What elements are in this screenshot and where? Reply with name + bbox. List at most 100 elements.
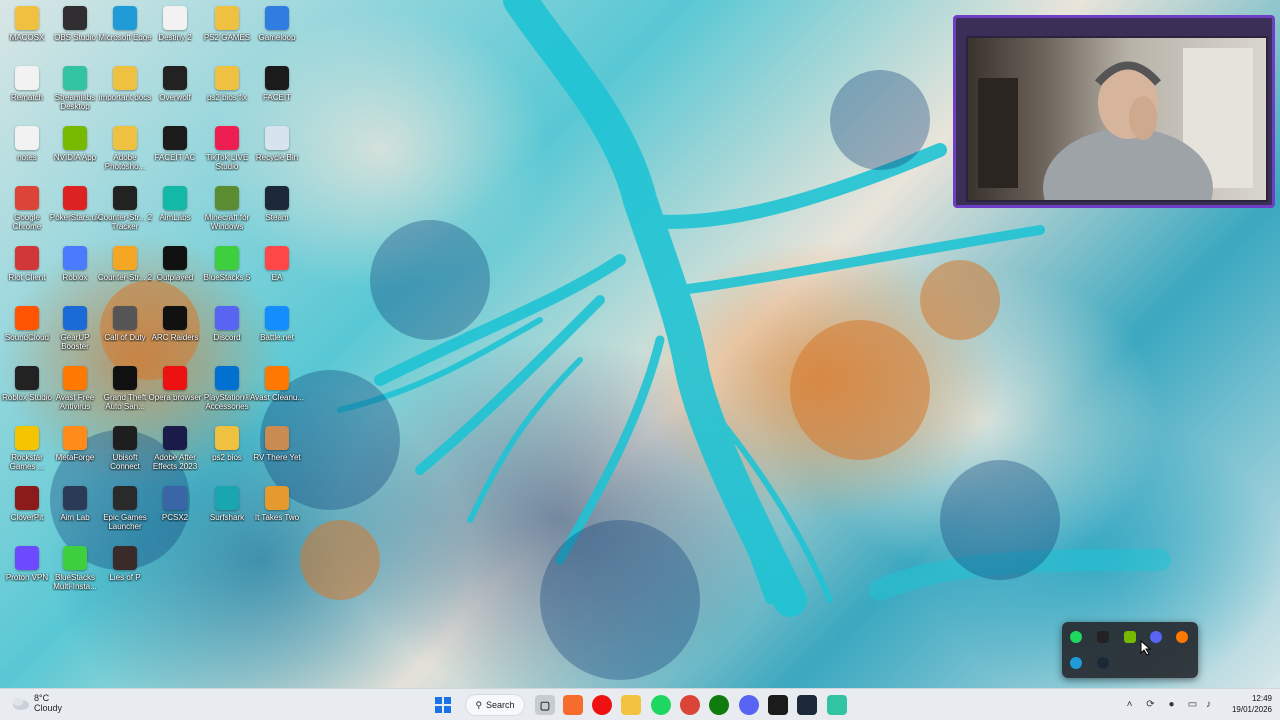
- capture-icon[interactable]: [1097, 631, 1109, 643]
- microphone-icon[interactable]: ●: [1166, 699, 1177, 710]
- clock[interactable]: 12:49 19/01/2026: [1222, 693, 1272, 715]
- display-icon[interactable]: ▭: [1187, 699, 1198, 710]
- desktop-icon[interactable]: Riot Client: [0, 246, 54, 304]
- desktop-icon[interactable]: Gameloop: [250, 6, 304, 64]
- app-icon: [15, 246, 39, 270]
- desktop-icon[interactable]: Google Chrome: [0, 186, 54, 244]
- task-view-button[interactable]: ▢: [535, 695, 555, 715]
- desktop-icon[interactable]: Avast Cleanu...: [250, 366, 304, 424]
- spotify-icon[interactable]: [1070, 631, 1082, 643]
- desktop-icon[interactable]: Steam: [250, 186, 304, 244]
- desktop-icon[interactable]: GearUP Booster: [48, 306, 102, 364]
- steam-icon[interactable]: [1097, 657, 1109, 669]
- xbox-taskbar-icon[interactable]: [709, 695, 729, 715]
- desktop-icon[interactable]: Adobe After Effects 2023: [148, 426, 202, 484]
- app-icon: [15, 66, 39, 90]
- desktop-icon[interactable]: Outplayed: [148, 246, 202, 304]
- desktop-icon[interactable]: PCSX2: [148, 486, 202, 544]
- desktop-icon[interactable]: EA: [250, 246, 304, 304]
- desktop-icon[interactable]: It Takes Two: [250, 486, 304, 544]
- desktop-icon[interactable]: OBS Studio: [48, 6, 102, 64]
- desktop-icon[interactable]: Counter-Str... 2: [98, 246, 152, 304]
- avast-icon[interactable]: [1176, 631, 1188, 643]
- desktop-icon-label: PokerStars.uk: [49, 213, 101, 222]
- app-icon: [63, 306, 87, 330]
- desktop-icon[interactable]: notes: [0, 126, 54, 184]
- desktop-icon[interactable]: Minecraft for Windows: [200, 186, 254, 244]
- volume-icon[interactable]: ♪: [1203, 699, 1214, 710]
- desktop-icon[interactable]: Recycle Bin: [250, 126, 304, 184]
- desktop-icon[interactable]: Lies of P: [98, 546, 152, 604]
- desktop-icon[interactable]: Roblox: [48, 246, 102, 304]
- desktop-icon[interactable]: Battle.net: [250, 306, 304, 364]
- search-label: Search: [486, 700, 515, 710]
- desktop-icon[interactable]: Rockstar Games ...: [0, 426, 54, 484]
- desktop-icon[interactable]: PS2 GAMES: [200, 6, 254, 64]
- desktop-icon[interactable]: Ubisoft Connect: [98, 426, 152, 484]
- desktop-icon[interactable]: Adobe Photosho...: [98, 126, 152, 184]
- desktop-icon[interactable]: Surfshark: [200, 486, 254, 544]
- app-icon: [63, 186, 87, 210]
- nvidia-icon[interactable]: [1124, 631, 1136, 643]
- desktop-icon[interactable]: FACEIT AC: [148, 126, 202, 184]
- desktop-icon[interactable]: PlayStation® Accessories: [200, 366, 254, 424]
- search-box[interactable]: ⚲ Search: [465, 694, 525, 716]
- desktop-icon[interactable]: Streamlabs Desktop: [48, 66, 102, 124]
- chrome-taskbar-icon[interactable]: [680, 695, 700, 715]
- start-button[interactable]: [433, 695, 453, 715]
- desktop-icon[interactable]: Opera browser: [148, 366, 202, 424]
- desktop-icon[interactable]: TikTok LIVE Studio: [200, 126, 254, 184]
- desktop-icon[interactable]: Counter-Str... 2 Tracker: [98, 186, 152, 244]
- desktop-icon[interactable]: Aim Lab: [48, 486, 102, 544]
- desktop-icon-label: PS2 GAMES: [203, 33, 251, 42]
- weather-widget[interactable]: 8°C Cloudy: [10, 693, 62, 713]
- origin-taskbar-icon[interactable]: [563, 695, 583, 715]
- desktop-icon[interactable]: important docs: [98, 66, 152, 124]
- desktop-icon[interactable]: RV There Yet: [250, 426, 304, 484]
- desktop-icon[interactable]: CloverPit: [0, 486, 54, 544]
- chevron-up-icon[interactable]: ˄: [1124, 699, 1135, 710]
- desktop-icon[interactable]: ps2 bios fix: [200, 66, 254, 124]
- desktop-icon[interactable]: AimLabs: [148, 186, 202, 244]
- desktop-icon[interactable]: Overwolf: [148, 66, 202, 124]
- desktop-icon[interactable]: ps2 bios: [200, 426, 254, 484]
- desktop-icon[interactable]: Rematch: [0, 66, 54, 124]
- desktop-icon[interactable]: BlueStacks 5: [200, 246, 254, 304]
- update-icon[interactable]: ⟳: [1145, 699, 1156, 710]
- desktop-icon[interactable]: SoundCloud: [0, 306, 54, 364]
- desktop-icon[interactable]: Call of Duty: [98, 306, 152, 364]
- desktop-icon[interactable]: NVIDIA App: [48, 126, 102, 184]
- desktop-icon-label: Microsoft Edge: [98, 33, 152, 42]
- app-icon: [113, 126, 137, 150]
- desktop-icon[interactable]: Roblox Studio: [0, 366, 54, 424]
- desktop-icon[interactable]: Epic Games Launcher: [98, 486, 152, 544]
- webcam-scene: [966, 36, 1268, 205]
- app-icon[interactable]: [1070, 657, 1082, 669]
- faceit-taskbar-icon[interactable]: [768, 695, 788, 715]
- desktop-icon[interactable]: MACOSX: [0, 6, 54, 64]
- desktop-icon[interactable]: Destiny 2: [148, 6, 202, 64]
- desktop-icon[interactable]: Grand Theft Auto San...: [98, 366, 152, 424]
- app-icon: [63, 246, 87, 270]
- desktop-icon[interactable]: FACEIT: [250, 66, 304, 124]
- desktop-icon[interactable]: MetaForge: [48, 426, 102, 484]
- app-icon: [15, 126, 39, 150]
- opera-taskbar-icon[interactable]: [592, 695, 612, 715]
- desktop-icon[interactable]: Discord: [200, 306, 254, 364]
- desktop-icon[interactable]: Avast Free Antivirus: [48, 366, 102, 424]
- desktop-icon[interactable]: Proton VPN: [0, 546, 54, 604]
- desktop-icon[interactable]: ARC Raiders: [148, 306, 202, 364]
- streamlabs-taskbar-icon[interactable]: [827, 695, 847, 715]
- app-icon: [265, 366, 289, 390]
- file-explorer-taskbar-icon[interactable]: [621, 695, 641, 715]
- desktop-icon[interactable]: PokerStars.uk: [48, 186, 102, 244]
- app-icon: [163, 66, 187, 90]
- spotify-taskbar-icon[interactable]: [651, 695, 671, 715]
- app-icon: [215, 426, 239, 450]
- app-icon: [113, 546, 137, 570]
- app-icon: [163, 6, 187, 30]
- discord-taskbar-icon[interactable]: [739, 695, 759, 715]
- desktop-icon[interactable]: Microsoft Edge: [98, 6, 152, 64]
- steam-taskbar-icon[interactable]: [797, 695, 817, 715]
- desktop-icon[interactable]: BlueStacks Multi-Insta...: [48, 546, 102, 604]
